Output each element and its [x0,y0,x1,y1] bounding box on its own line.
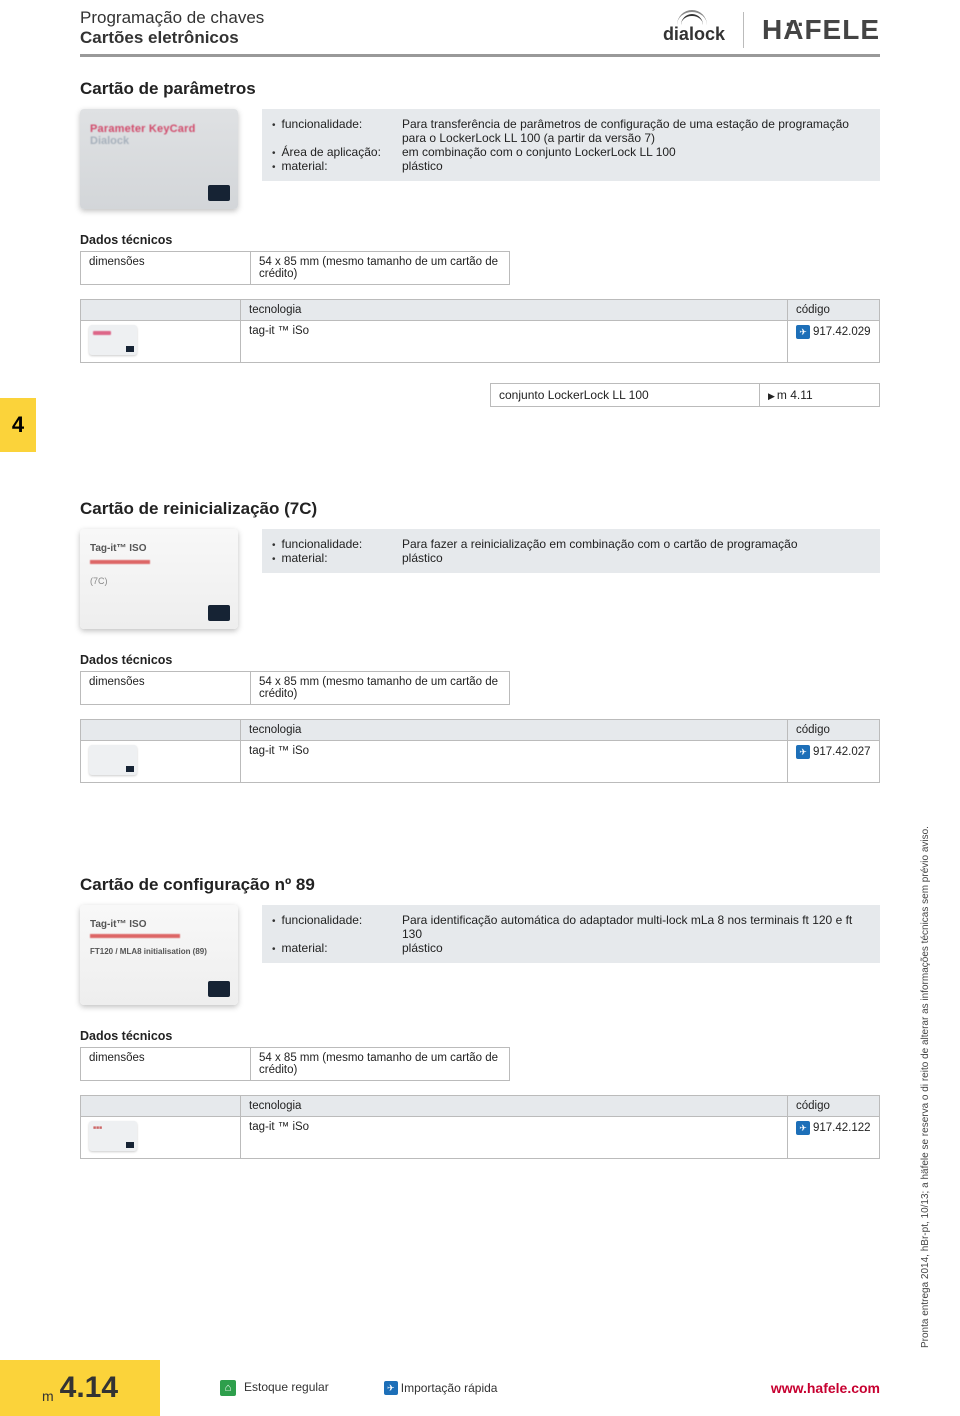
cross-reference-1: conjunto LockerLock LL 100 m 4.11 [490,383,880,407]
tech-title-3: Dados técnicos [80,1029,880,1043]
stock-icon [220,1380,236,1396]
hafele-logo: HAFELE [762,14,880,46]
product-card-image-2: Tag-it™ ISO (7C) [80,529,238,629]
header-title: Programação de chaves [80,8,264,28]
logo-separator [743,12,744,48]
product-card-image-3: Tag-it™ ISO FT120 / MLA8 initialisation … [80,905,238,1005]
product-table-3: tecnologiacódigo ■■■tag-it ™ iSo917.42.1… [80,1095,880,1159]
section-title-3: Cartão de configuração nº 89 [80,875,880,895]
section-title-1: Cartão de parâmetros [80,79,880,99]
tech-table-2: dimensões54 x 85 mm (mesmo tamanho de um… [80,671,510,705]
footer-url[interactable]: www.hafele.com [771,1380,880,1396]
import-icon [796,745,810,759]
info-box-2: funcionalidade:Para fazer a reinicializa… [262,529,880,573]
import-icon [384,1381,398,1395]
product-table-1: tecnologiacódigo tag-it ™ iSo917.42.029 [80,299,880,363]
thumbnail-2 [89,745,137,775]
import-icon [796,1121,810,1135]
product-card-image-1: Parameter KeyCard Dialock [80,109,238,209]
thumbnail-3: ■■■ [89,1121,137,1151]
legend-import: Importação rápida [384,1381,498,1396]
chapter-tab: 4 [0,398,36,452]
product-table-2: tecnologiacódigo tag-it ™ iSo917.42.027 [80,719,880,783]
copyright-vertical: Pronta entrega 2014, hBr-pt, 10/13; a hä… [920,708,932,1348]
tech-table-1: dimensões54 x 85 mm (mesmo tamanho de um… [80,251,510,285]
tech-table-3: dimensões54 x 85 mm (mesmo tamanho de um… [80,1047,510,1081]
arrow-icon [768,388,777,402]
thumbnail-1 [89,325,137,355]
tech-title-1: Dados técnicos [80,233,880,247]
header-subtitle: Cartões eletrônicos [80,28,264,48]
tech-title-2: Dados técnicos [80,653,880,667]
info-box-1: funcionalidade:Para transferência de par… [262,109,880,181]
dialock-logo: dialock [663,16,725,45]
section-title-2: Cartão de reinicialização (7C) [80,499,880,519]
import-icon [796,325,810,339]
legend-stock: Estoque regular [220,1380,329,1396]
info-box-3: funcionalidade:Para identificação automá… [262,905,880,963]
page-header: Programação de chaves Cartões eletrônico… [80,8,880,57]
